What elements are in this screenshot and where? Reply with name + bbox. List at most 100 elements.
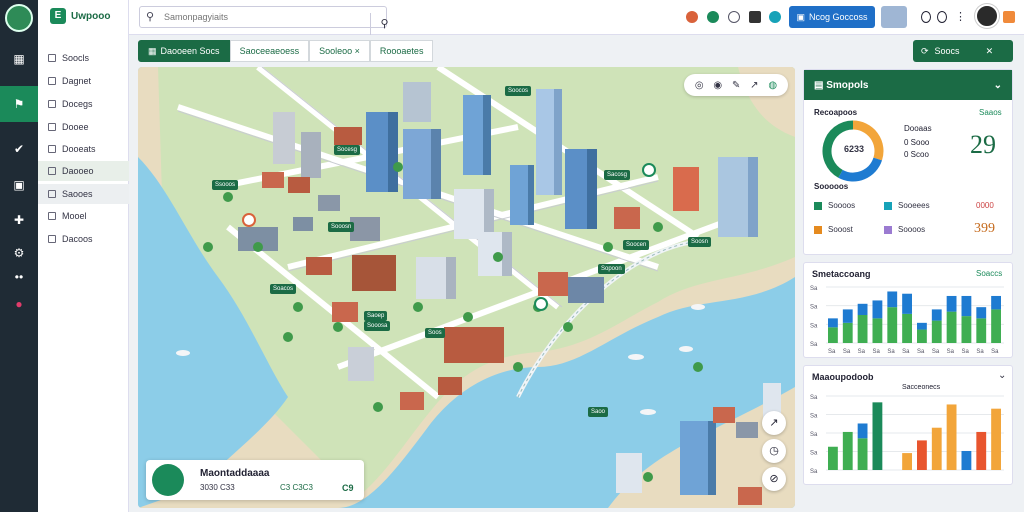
- bell-icon[interactable]: [921, 11, 931, 23]
- location-info-card[interactable]: Maontaddaaaa 3030 C33 C3 C3C3 C9: [146, 460, 364, 500]
- sidebar-item-label: Daooeo: [62, 166, 94, 176]
- map-label[interactable]: Soacos: [270, 284, 297, 294]
- map-canvas[interactable]: [138, 67, 795, 508]
- primary-action-button[interactable]: ▣ Ncog Goccoss: [789, 6, 875, 28]
- tab-label: Daooeen Socs: [160, 46, 220, 56]
- more-icon[interactable]: ••: [11, 270, 27, 284]
- sidebar-item-8[interactable]: Dacoos: [38, 229, 129, 249]
- map-label[interactable]: Sooosa: [364, 321, 391, 331]
- map-icon[interactable]: ⚑: [11, 97, 27, 111]
- bar: [946, 295, 957, 312]
- map-label[interactable]: Soosn: [688, 237, 712, 247]
- sidebar-item-7[interactable]: Mooel: [38, 206, 129, 226]
- tab-2[interactable]: Sooleoo ×: [309, 40, 370, 62]
- sidebar-item-label: Soocls: [62, 53, 90, 63]
- x-tick-label: Sa: [991, 349, 999, 355]
- chat-icon[interactable]: [769, 11, 781, 23]
- sidebar-item-0[interactable]: Soocls: [38, 48, 129, 68]
- map-label[interactable]: Sacosg: [604, 170, 631, 180]
- share-button[interactable]: ⟳ Soocs ✕: [913, 40, 1013, 62]
- locate-icon[interactable]: ◍: [768, 80, 777, 91]
- brand[interactable]: E Uwpooo: [50, 8, 110, 24]
- map-label[interactable]: Sopoon: [598, 264, 625, 274]
- map-label[interactable]: Socesg: [334, 145, 361, 155]
- bar: [961, 450, 972, 470]
- y-tick-label: Sa: [810, 323, 818, 329]
- sidebar-item-2[interactable]: Docegs: [38, 94, 129, 114]
- calendar-icon[interactable]: [749, 11, 761, 23]
- x-tick-label: Sa: [932, 349, 940, 355]
- gallery-icon[interactable]: ▣: [11, 178, 27, 192]
- tab-label: Sooleoo ×: [319, 46, 360, 56]
- legend-num: 0000: [976, 201, 994, 210]
- tab-3[interactable]: Roooaetes: [369, 40, 434, 62]
- sidebar-item-label: Mooel: [62, 211, 87, 221]
- top-bar: ⚲ ⚲ ▣ Ncog Goccoss ⋮: [129, 0, 1024, 35]
- location-pin-icon[interactable]: [534, 297, 548, 311]
- dashboard-icon[interactable]: ▦: [11, 52, 27, 66]
- location-pin-icon[interactable]: [242, 213, 256, 227]
- bar: [857, 303, 868, 315]
- notification-icon[interactable]: [686, 11, 698, 23]
- sidebar-item-1[interactable]: Dagnet: [38, 71, 129, 91]
- sidebar-item-6[interactable]: Saooes: [38, 184, 129, 204]
- edit-icon[interactable]: [728, 11, 740, 23]
- route-icon[interactable]: ↗: [750, 80, 758, 91]
- bar: [991, 295, 1001, 310]
- tasks-icon[interactable]: ✔: [11, 142, 27, 156]
- map-label[interactable]: Soos: [425, 328, 445, 338]
- status-icon[interactable]: [707, 11, 719, 23]
- tab-bar: ▦ Daooeen Socs Saoceeaeoess Sooleoo × Roo…: [138, 40, 434, 62]
- help-icon[interactable]: [937, 11, 947, 23]
- y-tick-label: Sa: [810, 451, 818, 457]
- map-label[interactable]: Saoep: [364, 311, 388, 321]
- sidebar-item-label: Docegs: [62, 99, 93, 109]
- bar: [842, 322, 853, 343]
- bar-chart-2: Sa Sa Sa Sa Sa: [810, 395, 1004, 475]
- bar: [872, 402, 883, 470]
- sidebar-item-5[interactable]: Daooeo: [38, 161, 129, 181]
- compass-icon[interactable]: ◷: [762, 439, 786, 463]
- map-label[interactable]: Soocen: [623, 240, 650, 250]
- avatar[interactable]: [975, 4, 999, 28]
- sidebar-item-label: Dooee: [62, 122, 89, 132]
- bar: [857, 438, 868, 470]
- sidebar-item-4[interactable]: Dooeats: [38, 139, 129, 159]
- map-label[interactable]: Saoo: [588, 407, 609, 417]
- chevron-down-icon[interactable]: ⌄: [998, 370, 1006, 381]
- map-toolbar: ◎ ◉ ✎ ↗ ◍: [684, 74, 788, 96]
- settings-icon[interactable]: ⚙: [11, 246, 27, 260]
- pin-icon[interactable]: ◉: [713, 80, 722, 91]
- share-icon: ⟳: [921, 45, 929, 56]
- puzzle-icon[interactable]: ✚: [11, 213, 27, 227]
- tab-0[interactable]: ▦ Daooeen Socs: [138, 40, 230, 62]
- sidebar-item-3[interactable]: Dooee: [38, 117, 129, 137]
- location-pin-icon[interactable]: [642, 163, 656, 177]
- map-label[interactable]: Soocos: [505, 86, 532, 96]
- search-button[interactable]: ⚲: [370, 13, 398, 35]
- legend-value: Soooos: [898, 225, 926, 234]
- stats-header[interactable]: ▤ Smopols ⌄: [804, 70, 1012, 100]
- sidebar-item-label: Dagnet: [62, 76, 92, 86]
- profile-switch-icon[interactable]: [881, 6, 907, 28]
- app-logo-icon[interactable]: [5, 4, 33, 32]
- chevron-down-icon[interactable]: ⌄: [994, 80, 1002, 91]
- reset-view-icon[interactable]: ⊘: [762, 467, 786, 491]
- map-label[interactable]: Sooosn: [328, 222, 355, 232]
- x-tick-label: Sa: [858, 349, 866, 355]
- action-icon: ▣: [796, 11, 805, 22]
- bar: [917, 440, 927, 470]
- sidebar-item-label: Saooes: [62, 189, 93, 199]
- bar: [828, 327, 838, 343]
- draw-icon[interactable]: ✎: [732, 80, 740, 91]
- tab-1[interactable]: Saoceeaeoess: [229, 40, 310, 62]
- search-input[interactable]: [164, 10, 354, 24]
- layers-icon[interactable]: ◎: [695, 80, 704, 91]
- close-icon[interactable]: ✕: [986, 46, 994, 57]
- map-label[interactable]: Ssooos: [212, 180, 239, 190]
- flag-icon[interactable]: [1003, 11, 1015, 23]
- city-map[interactable]: Ssooos Socesg Soocos Sacosg Sooosn Sooce…: [138, 67, 795, 508]
- bar: [872, 300, 883, 319]
- menu-icon[interactable]: ⋮: [955, 10, 966, 23]
- navigate-icon[interactable]: ↗: [762, 411, 786, 435]
